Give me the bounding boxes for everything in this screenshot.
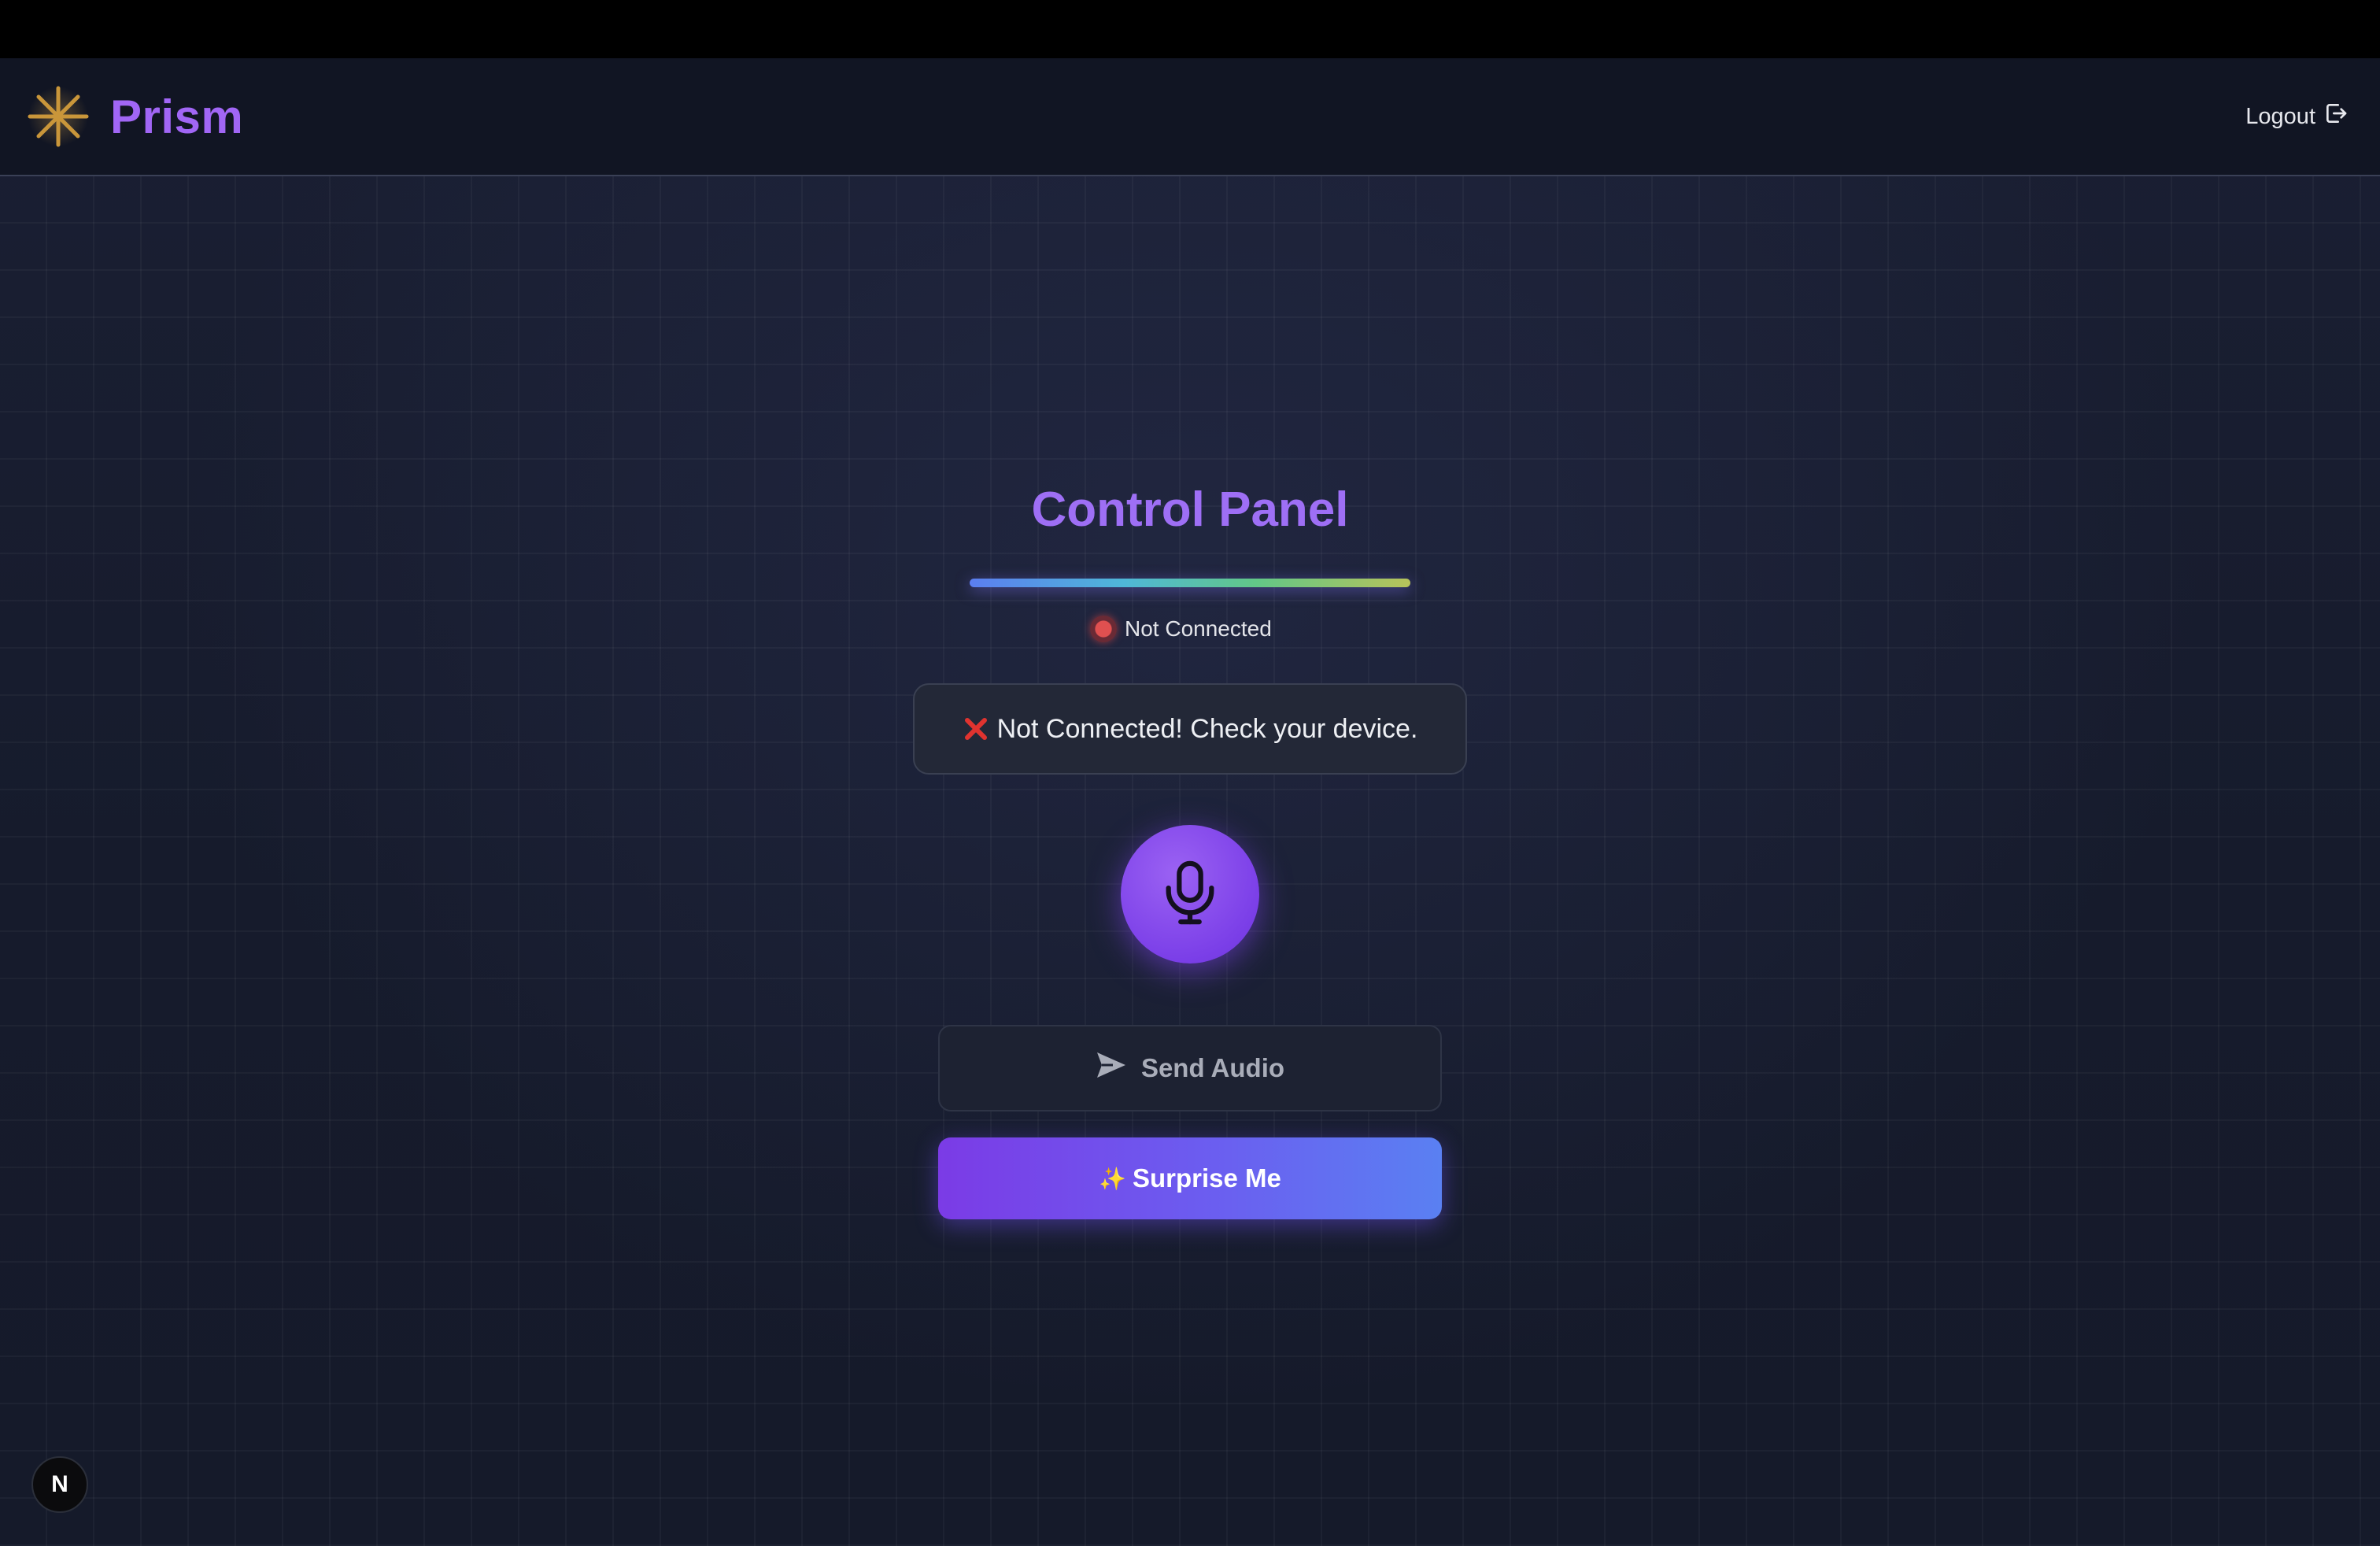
connection-status: Not Connected	[1090, 613, 1272, 645]
nextjs-devtools-button[interactable]: N	[31, 1456, 88, 1513]
microphone-icon	[1162, 860, 1218, 929]
red-x-icon	[963, 716, 989, 742]
send-audio-label: Send Audio	[1140, 1053, 1285, 1082]
control-panel: Control Panel Not Connected Not Connecte…	[0, 58, 2380, 1546]
record-button[interactable]	[1121, 825, 1259, 963]
send-audio-button[interactable]: Send Audio	[938, 1025, 1442, 1111]
nextjs-badge-letter: N	[51, 1471, 68, 1497]
app-root: Prism Logout Control Panel Not Connected	[0, 58, 2380, 1546]
send-arrow-icon	[1096, 1051, 1127, 1086]
red-dot-icon	[1090, 616, 1117, 642]
alert-text: Not Connected! Check your device.	[996, 713, 1418, 744]
connection-alert: Not Connected! Check your device.	[913, 683, 1467, 775]
surprise-me-label: Surprise Me	[1132, 1163, 1281, 1193]
status-text: Not Connected	[1125, 616, 1272, 641]
sparkles-icon: ✨	[1099, 1166, 1126, 1191]
top-black-bar	[0, 0, 2380, 58]
surprise-me-button[interactable]: ✨ Surprise Me	[938, 1137, 1442, 1219]
page-title: Control Panel	[1031, 483, 1349, 537]
title-underline	[970, 579, 1410, 587]
